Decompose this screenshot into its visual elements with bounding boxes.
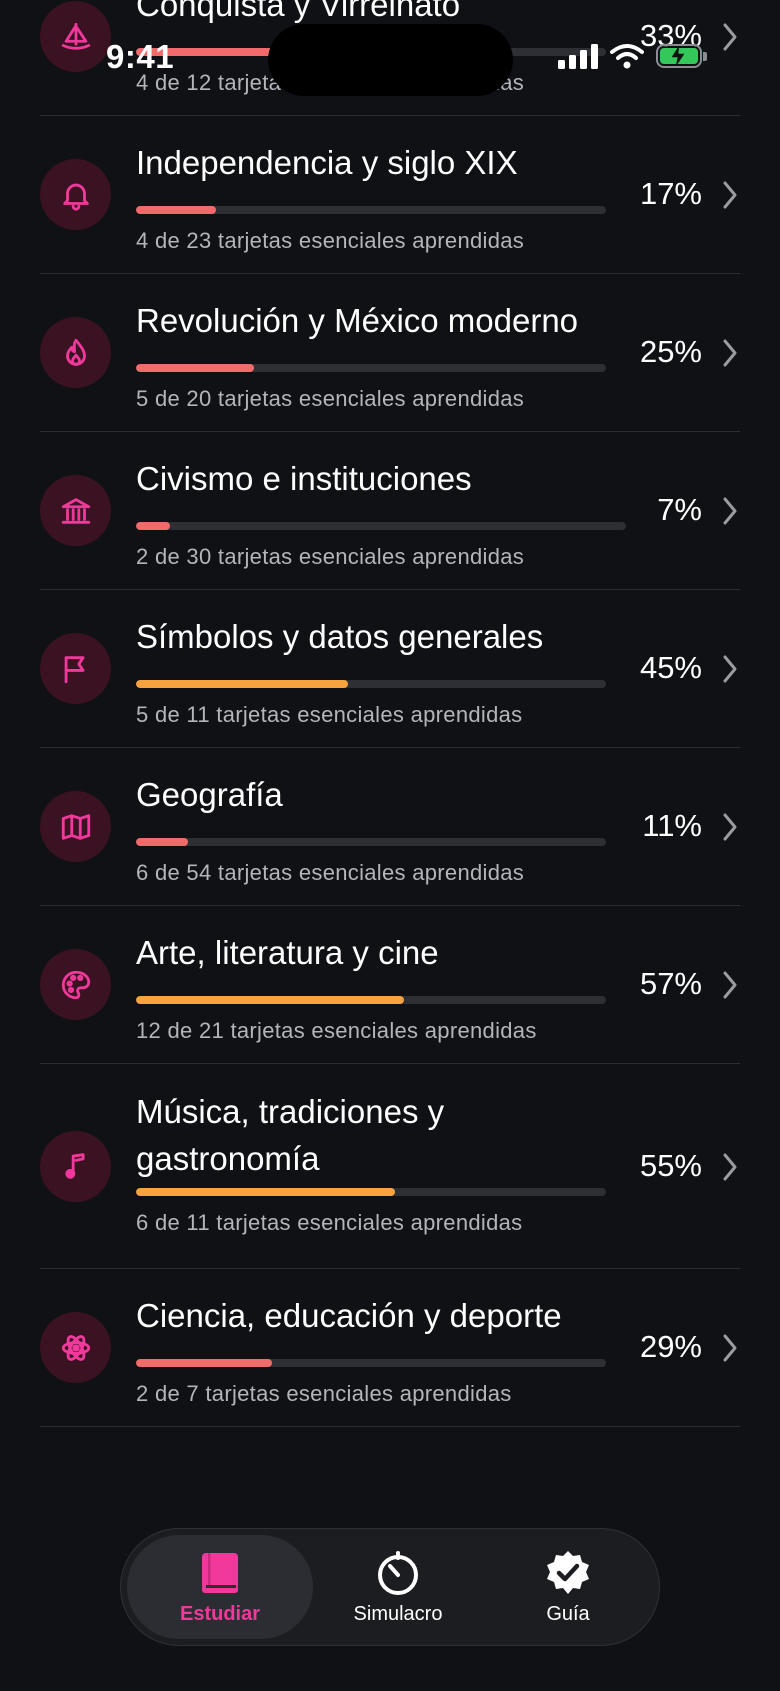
status-bar: 9:41 — [0, 0, 780, 100]
topic-icon-badge — [40, 317, 111, 388]
music-note-icon — [64, 1153, 85, 1179]
progress-bar — [136, 680, 606, 688]
progress-fill — [136, 1188, 395, 1196]
progress-bar — [136, 206, 606, 214]
chevron-right-icon — [723, 339, 737, 367]
topic-title: Independencia y siglo XIX — [136, 144, 518, 181]
progress-fill — [136, 680, 348, 688]
topic-percent: 11% — [642, 808, 702, 843]
topic-row[interactable]: Civismo e instituciones 2 de 30 tarjetas … — [40, 432, 740, 590]
topic-subtitle: 6 de 11 tarjetas esenciales aprendidas — [136, 1210, 523, 1235]
topic-percent: 29% — [639, 1329, 702, 1364]
tab-bar: Estudiar Simulacro Guía — [120, 1528, 660, 1646]
topic-icon-badge — [40, 633, 111, 704]
topic-subtitle: 6 de 54 tarjetas esenciales aprendidas — [136, 860, 525, 885]
topic-subtitle: 2 de 7 tarjetas esenciales aprendidas — [136, 1381, 512, 1406]
topic-title: Ciencia, educación y deporte — [136, 1297, 562, 1334]
topic-row[interactable]: Símbolos y datos generales 5 de 11 tarjet… — [40, 590, 740, 748]
topic-percent: 57% — [639, 966, 702, 1001]
progress-fill — [136, 838, 188, 846]
flame-icon — [65, 338, 86, 366]
topic-row[interactable]: Ciencia, educación y deporte 2 de 7 tarje… — [40, 1269, 740, 1427]
topic-icon-badge — [40, 1130, 111, 1202]
topic-list: Conquista y Virreinato4 de 12 tarjetas e… — [0, 0, 780, 1427]
topic-subtitle: 5 de 20 tarjetas esenciales aprendidas — [136, 386, 525, 411]
flag-icon — [64, 655, 85, 683]
book-icon — [196, 1549, 244, 1597]
topic-title: Música, tradiciones y gastronomía — [136, 1093, 445, 1177]
topic-icon-badge — [40, 791, 111, 862]
progress-bar — [136, 996, 606, 1004]
topic-row[interactable]: Arte, literatura y cine 12 de 21 tarjetas… — [40, 906, 740, 1064]
topic-subtitle: 2 de 30 tarjetas esenciales aprendidas — [136, 544, 525, 569]
progress-fill — [136, 206, 216, 214]
atom-icon — [61, 1334, 90, 1361]
chevron-right-icon — [723, 1334, 737, 1362]
topic-percent: 55% — [639, 1147, 702, 1183]
battery-icon — [656, 44, 707, 68]
topic-row[interactable]: Música, tradiciones y gastronomía 6 de 11… — [40, 1064, 740, 1269]
topic-subtitle: 5 de 11 tarjetas esenciales aprendidas — [136, 702, 523, 727]
progress-bar — [136, 1188, 606, 1196]
topic-percent: 45% — [639, 650, 702, 685]
tab-label-guia: Guía — [546, 1602, 590, 1625]
topic-icon-badge — [40, 159, 111, 230]
map-icon — [61, 813, 90, 840]
tab-label-estudiar: Estudiar — [179, 1602, 261, 1625]
topic-icon-badge — [40, 475, 111, 546]
tab-simulacro[interactable]: Simulacro — [313, 1535, 483, 1639]
institution-icon — [61, 497, 90, 524]
progress-fill — [136, 364, 254, 372]
topic-title: Revolución y México moderno — [136, 302, 579, 339]
topic-title: Símbolos y datos generales — [136, 618, 544, 655]
topic-row[interactable]: Geografía 6 de 54 tarjetas esenciales apr… — [40, 748, 740, 906]
topic-row[interactable]: Revolución y México moderno 5 de 20 tarje… — [40, 274, 740, 432]
tab-estudiar[interactable]: Estudiar — [127, 1535, 313, 1639]
tab-guia[interactable]: Guía — [483, 1535, 653, 1639]
progress-bar — [136, 1359, 606, 1367]
topic-percent: 25% — [639, 334, 702, 369]
chevron-right-icon — [723, 655, 737, 683]
chevron-right-icon — [723, 971, 737, 999]
progress-fill — [136, 1359, 273, 1367]
progress-bar — [136, 364, 606, 372]
verified-badge-icon — [544, 1549, 592, 1597]
topic-title: Arte, literatura y cine — [136, 934, 439, 971]
palette-icon — [61, 970, 90, 999]
progress-fill — [136, 996, 404, 1004]
tab-label-simulacro: Simulacro — [353, 1602, 443, 1625]
chevron-right-icon — [723, 497, 737, 525]
topic-title: Geografía — [136, 776, 283, 813]
chevron-right-icon — [723, 813, 737, 841]
progress-fill — [136, 522, 171, 530]
topic-subtitle: 12 de 21 tarjetas esenciales aprendidas — [136, 1018, 537, 1043]
screen: Conquista y Virreinato4 de 12 tarjetas e… — [0, 0, 780, 1691]
chevron-right-icon — [723, 1153, 737, 1180]
topic-icon-badge — [40, 949, 111, 1020]
bell-icon — [62, 183, 89, 211]
dynamic-island — [268, 24, 513, 96]
topic-title: Civismo e instituciones — [136, 460, 472, 497]
topic-icon-badge — [40, 1312, 111, 1383]
timer-icon — [374, 1549, 422, 1597]
status-time: 9:41 — [106, 38, 175, 75]
topic-row[interactable]: Independencia y siglo XIX 4 de 23 tarjeta… — [40, 116, 740, 274]
progress-bar — [136, 522, 626, 530]
cellular-signal-icon — [558, 43, 598, 69]
chevron-right-icon — [723, 181, 737, 209]
status-icons — [558, 38, 707, 74]
wifi-icon — [610, 44, 644, 69]
topic-percent: 17% — [639, 176, 702, 211]
topic-percent: 7% — [657, 492, 702, 527]
progress-bar — [136, 838, 606, 846]
topic-subtitle: 4 de 23 tarjetas esenciales aprendidas — [136, 228, 525, 253]
